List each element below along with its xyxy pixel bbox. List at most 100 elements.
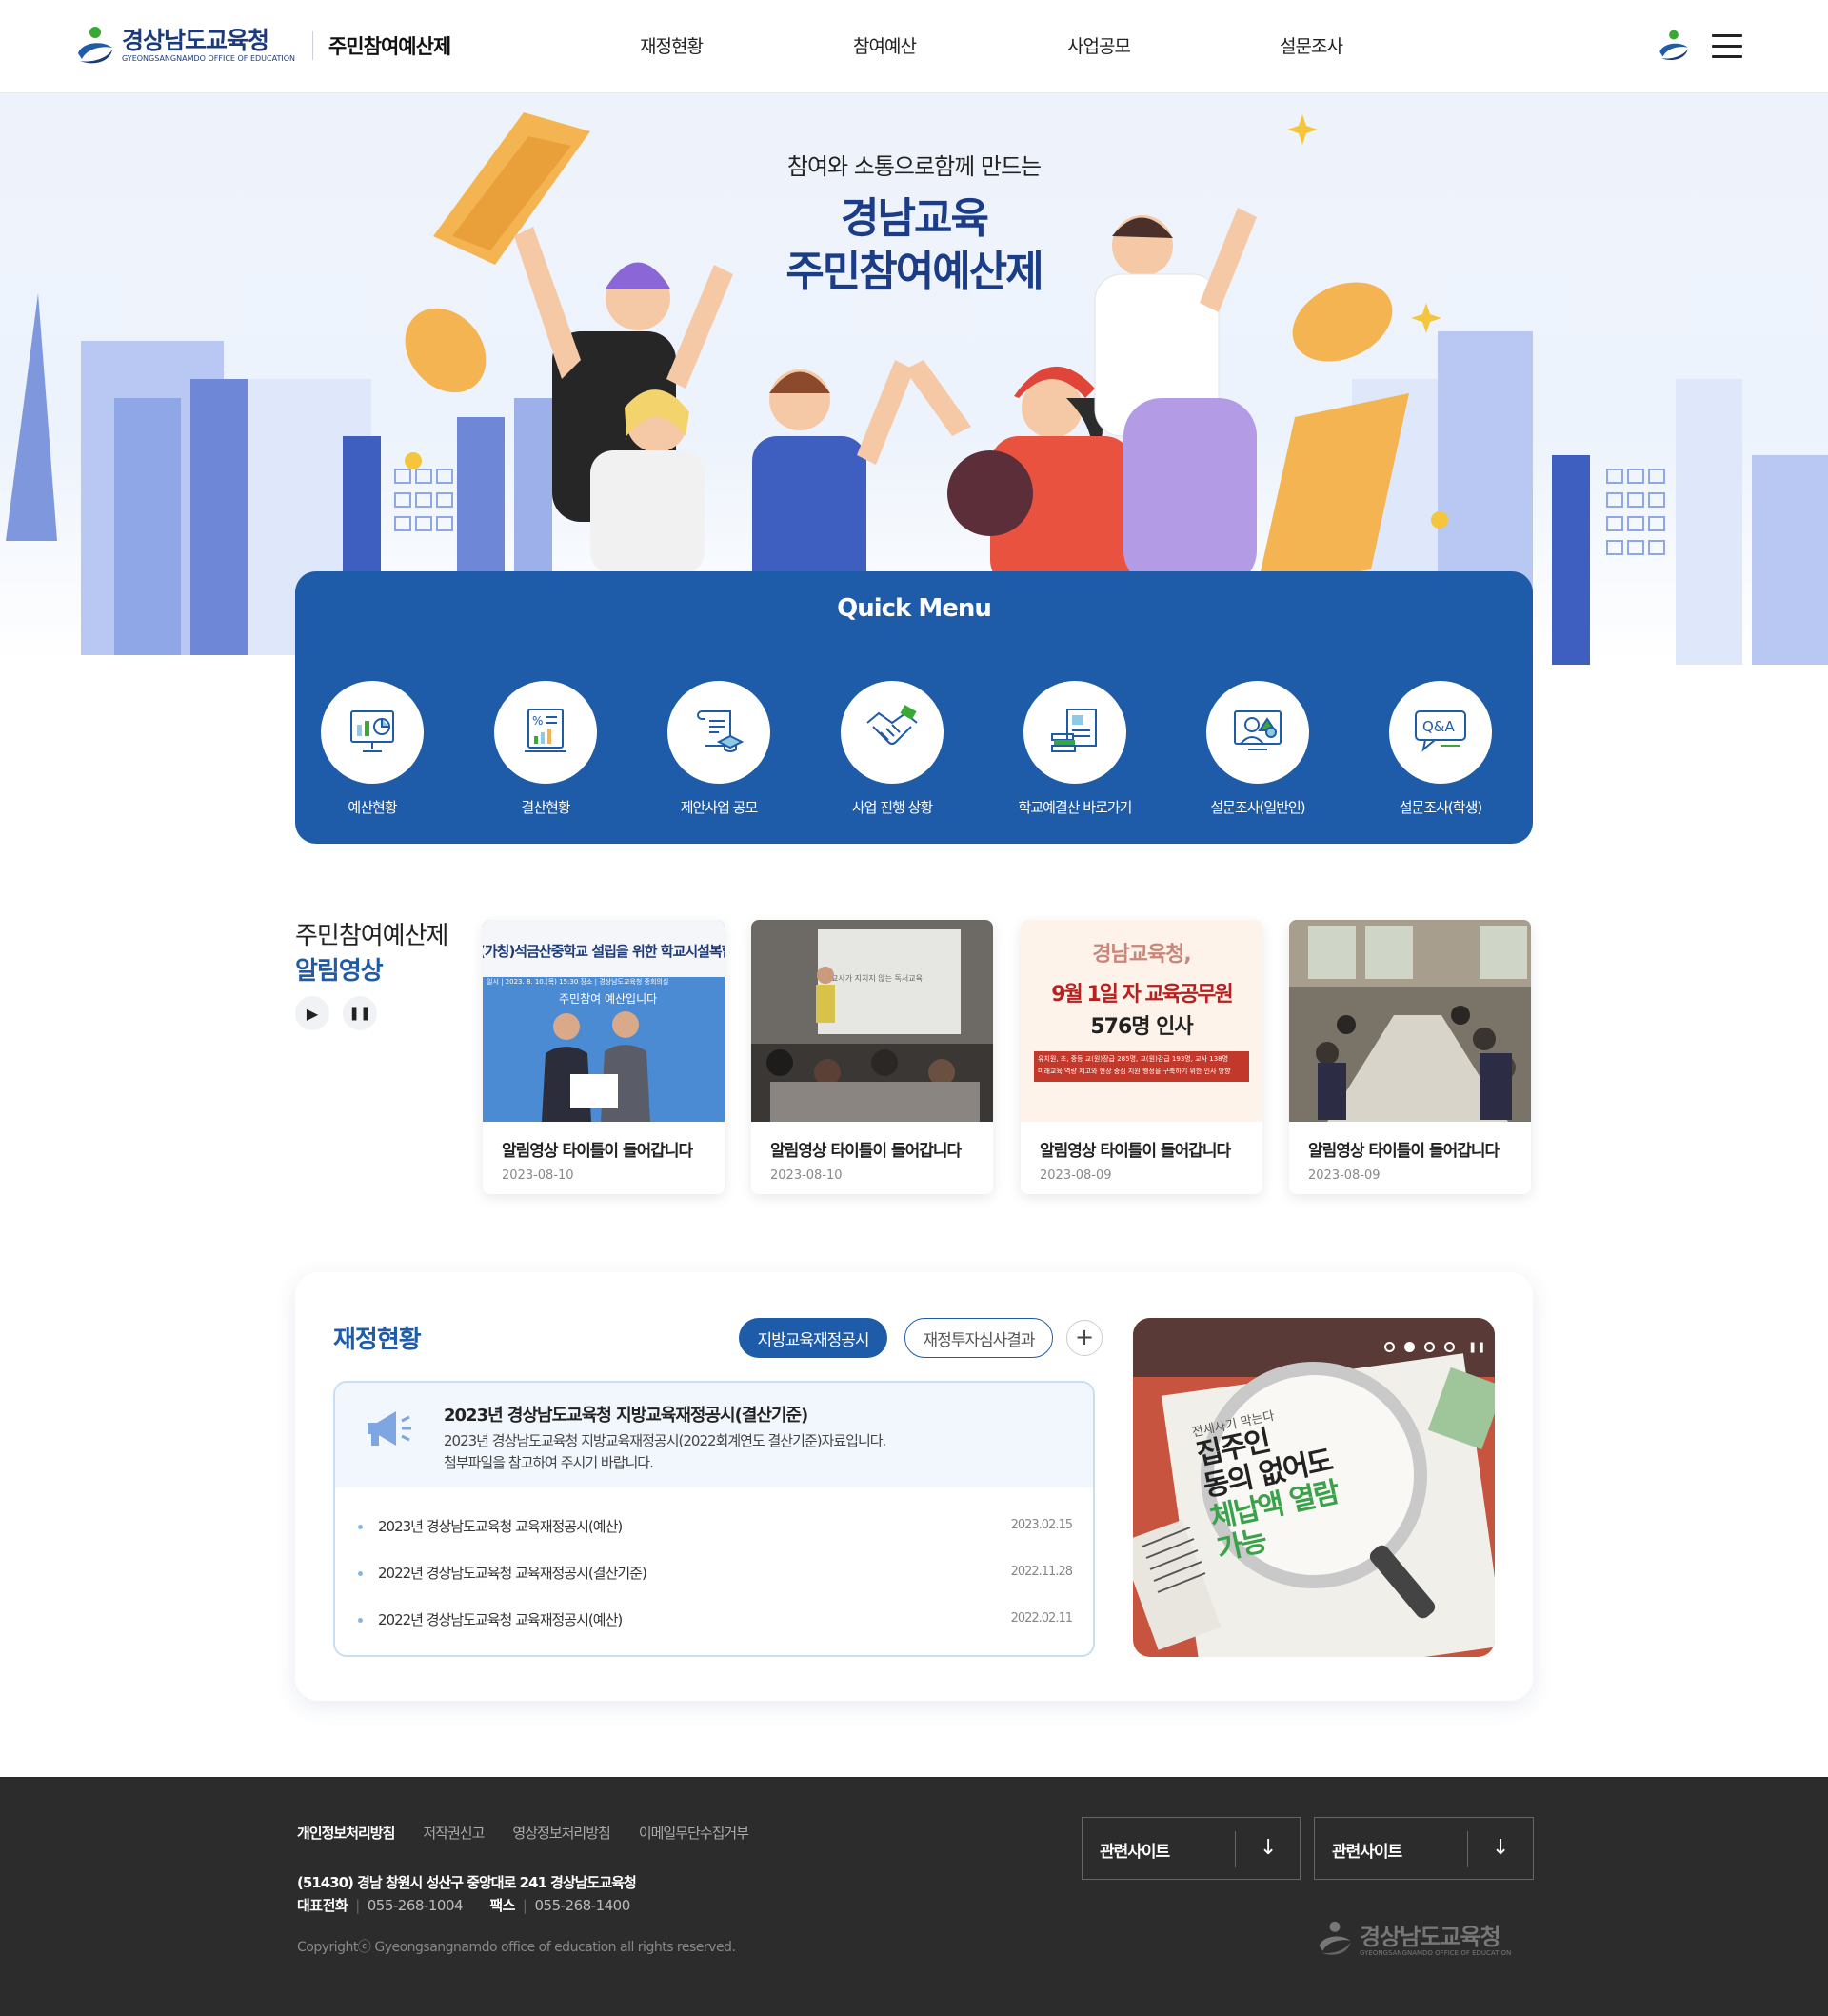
pager-dot[interactable] — [1444, 1342, 1455, 1352]
video-heading-line1: 주민참여예산제 — [295, 922, 448, 950]
featured-notice-desc-line2: 첨부파일을 참고하여 주시기 바랍니다. — [444, 1454, 654, 1471]
handshake-icon — [864, 704, 921, 761]
finance-section: 재정현황 지방교육재정공시 재정투자심사결과 + 2023년 경상남도교육청 지… — [295, 1272, 1533, 1701]
footer-copyright: Copyrightⓒ Gyeongsangnamdo office of edu… — [297, 1940, 736, 1955]
tel-number: 055-268-1004 — [367, 1897, 464, 1914]
quick-item-label: 학교예결산 바로가기 — [1018, 799, 1133, 816]
emblem-icon[interactable] — [1657, 29, 1691, 67]
video-thumbnail — [1289, 920, 1531, 1122]
banner-pager: ❚❚ — [1384, 1341, 1485, 1353]
footer-link-cctv[interactable]: 영상정보처리방침 — [512, 1825, 610, 1842]
related-sites-select[interactable]: 관련사이트 ↓ — [1314, 1817, 1534, 1880]
nav-survey[interactable]: 설문조사 — [1280, 32, 1343, 58]
notice-row-date: 2023.02.15 — [1010, 1518, 1073, 1532]
nav-finance-status[interactable]: 재정현황 — [640, 32, 704, 58]
video-card[interactable]: (가칭)석금산중학교 설립을 위한 학교시설복합화 · 일시 | 2023. 8… — [483, 920, 725, 1194]
quick-menu-title: Quick Menu — [837, 594, 992, 623]
video-card[interactable]: 경남교육청, 9월 1일 자 교육공무원 576명 인사 유치원, 초, 중등 … — [1021, 920, 1262, 1194]
video-title: 알림영상 타이틀이 들어갑니다 — [770, 1142, 962, 1161]
notice-row-title: 2022년 경상남도교육청 교육재정공시(예산) — [378, 1611, 623, 1628]
megaphone-icon — [362, 1407, 415, 1453]
footer-link-privacy[interactable]: 개인정보처리방침 — [297, 1825, 395, 1842]
site-header: 경상남도교육청 GYEONGSANGNAMDO OFFICE OF EDUCAT… — [0, 0, 1828, 93]
footer-logo-title: 경상남도교육청 — [1360, 1924, 1501, 1950]
thumbnail-banner-sub: 일시 | 2023. 8. 10.(목) 15:30 장소 | 경상남도교육청 … — [487, 978, 669, 986]
quick-item-label: 설문조사(학생) — [1399, 799, 1483, 816]
video-card[interactable]: 알림영상 타이틀이 들어갑니다 2023-08-09 — [1289, 920, 1531, 1194]
video-thumbnail: 교사가 지치지 않는 독서교육 — [751, 920, 993, 1122]
more-button[interactable]: + — [1066, 1320, 1103, 1356]
finance-title: 재정현황 — [333, 1326, 422, 1354]
finance-notice-box: 2023년 경상남도교육청 지방교육재정공시(결산기준) 2023년 경상남도교… — [333, 1381, 1095, 1657]
notice-row[interactable]: 2022년 경상남도교육청 교육재정공시(예산) 2022.02.11 — [358, 1609, 1073, 1629]
video-card[interactable]: 교사가 지치지 않는 독서교육 알림영상 타이틀이 들어갑니다 2023-08-… — [751, 920, 993, 1194]
pager-dot[interactable] — [1384, 1342, 1395, 1352]
site-title[interactable]: 주민참여예산제 — [328, 31, 451, 60]
quick-item-label: 제안사업 공모 — [680, 799, 759, 816]
video-date: 2023-08-10 — [770, 1168, 843, 1183]
promo-banner[interactable]: 전세사기 막는다 집주인 동의 없어도 체납액 열람 가능 ❚❚ — [1133, 1318, 1495, 1657]
video-thumbnail: 경남교육청, 9월 1일 자 교육공무원 576명 인사 유치원, 초, 중등 … — [1021, 920, 1262, 1122]
tab-local-finance-disclosure[interactable]: 지방교육재정공시 — [739, 1318, 887, 1358]
notice-row[interactable]: 2023년 경상남도교육청 교육재정공시(예산) 2023.02.15 — [358, 1516, 1073, 1536]
featured-notice-desc-line1: 2023년 경상남도교육청 지방교육재정공시(2022회계연도 결산기준)자료입… — [444, 1432, 886, 1449]
notice-row-date: 2022.11.28 — [1010, 1565, 1073, 1579]
hero-title-line1: 경남교육 — [841, 194, 989, 243]
poster-line2: 576명 인사 — [1090, 1015, 1193, 1039]
office-logo[interactable]: 경상남도교육청 GYEONGSANGNAMDO OFFICE OF EDUCAT… — [74, 25, 451, 67]
fax-number: 055-268-1400 — [534, 1897, 630, 1914]
notice-row[interactable]: 2022년 경상남도교육청 교육재정공시(결산기준) 2022.11.28 — [358, 1563, 1073, 1583]
nav-participation-budget[interactable]: 참여예산 — [853, 32, 917, 58]
arrow-down-icon: ↓ — [1260, 1836, 1278, 1860]
footer-link-copyright[interactable]: 저작권신고 — [423, 1825, 485, 1842]
quick-item-proposal-contest[interactable]: 제안사업 공모 — [652, 681, 785, 817]
footer-address: (51430) 경남 창원시 성산구 중앙대로 241 경상남도교육청 — [297, 1874, 637, 1891]
logo-divider — [311, 31, 313, 60]
quick-item-label: 사업 진행 상황 — [851, 799, 933, 816]
video-title: 알림영상 타이틀이 들어갑니다 — [1308, 1142, 1500, 1161]
tel-label: 대표전화 — [297, 1897, 348, 1914]
pager-dot[interactable] — [1424, 1342, 1435, 1352]
poster-line1: 9월 1일 자 교육공무원 — [1051, 983, 1234, 1007]
quick-item-survey-student[interactable]: Q&A 설문조사(학생) — [1364, 681, 1517, 817]
nav-project-contest[interactable]: 사업공모 — [1067, 32, 1131, 58]
featured-notice-desc: 2023년 경상남도교육청 지방교육재정공시(2022회계연도 결산기준)자료입… — [444, 1430, 886, 1474]
footer-contact: 대표전화 | 055-268-1004 팩스 | 055-268-1400 — [297, 1897, 630, 1914]
quick-item-label: 설문조사(일반인) — [1210, 799, 1305, 816]
notice-row-title: 2022년 경상남도교육청 교육재정공시(결산기준) — [378, 1565, 647, 1582]
quick-item-label: 예산현황 — [348, 799, 397, 816]
notice-row-date: 2022.02.11 — [1010, 1611, 1073, 1626]
play-icon: ▶ — [306, 1004, 319, 1023]
video-section-heading: 주민참여예산제 알림영상 — [295, 916, 448, 987]
tab-investment-review[interactable]: 재정투자심사결과 — [904, 1318, 1053, 1358]
quick-item-budget-status[interactable]: 예산현황 — [306, 681, 439, 817]
featured-notice[interactable]: 2023년 경상남도교육청 지방교육재정공시(결산기준) 2023년 경상남도교… — [335, 1383, 1093, 1487]
documents-icon — [1046, 704, 1103, 761]
thumbnail-banner-text: (가칭)석금산중학교 설립을 위한 학교시설복합화 · — [483, 943, 725, 960]
video-title: 알림영상 타이틀이 들어갑니다 — [1040, 1142, 1231, 1161]
hamburger-menu-icon[interactable] — [1712, 34, 1742, 59]
footer-logo: 경상남도교육청 GYEONGSANGNAMDO OFFICE OF EDUCAT… — [1316, 1920, 1511, 1962]
notice-row-title: 2023년 경상남도교육청 교육재정공시(예산) — [378, 1518, 623, 1535]
banner-pause-icon[interactable]: ❚❚ — [1468, 1341, 1485, 1353]
person-survey-icon — [1229, 704, 1286, 761]
hero-title-line2: 주민참여예산제 — [785, 248, 1043, 296]
quick-item-survey-general[interactable]: 설문조사(일반인) — [1182, 681, 1334, 817]
quick-item-settlement-status[interactable]: % 결산현황 — [479, 681, 612, 817]
svg-text:%: % — [532, 714, 543, 728]
pause-button[interactable]: ❚❚ — [343, 996, 377, 1030]
footer-link-email[interactable]: 이메일무단수집거부 — [639, 1825, 749, 1842]
quick-item-project-progress[interactable]: 사업 진행 상황 — [825, 681, 959, 817]
fax-label: 팩스 — [489, 1897, 515, 1914]
featured-notice-title: 2023년 경상남도교육청 지방교육재정공시(결산기준) — [444, 1406, 808, 1426]
poster-detail2: 미래교육 역량 제고와 현장 중심 지원 행정을 구축하기 위한 인사 방향 — [1038, 1068, 1231, 1075]
video-thumbnail: (가칭)석금산중학교 설립을 위한 학교시설복합화 · 일시 | 2023. 8… — [483, 920, 725, 1122]
svg-text:Q&A: Q&A — [1422, 718, 1456, 735]
bullet-dot — [358, 1571, 363, 1576]
quick-item-school-budget-link[interactable]: 학교예결산 바로가기 — [999, 681, 1151, 817]
related-sites-select[interactable]: 관련사이트 ↓ — [1082, 1817, 1301, 1880]
pause-icon: ❚❚ — [348, 1006, 371, 1021]
pager-dot[interactable] — [1404, 1342, 1415, 1352]
video-date: 2023-08-09 — [1308, 1168, 1381, 1183]
play-button[interactable]: ▶ — [295, 996, 329, 1030]
